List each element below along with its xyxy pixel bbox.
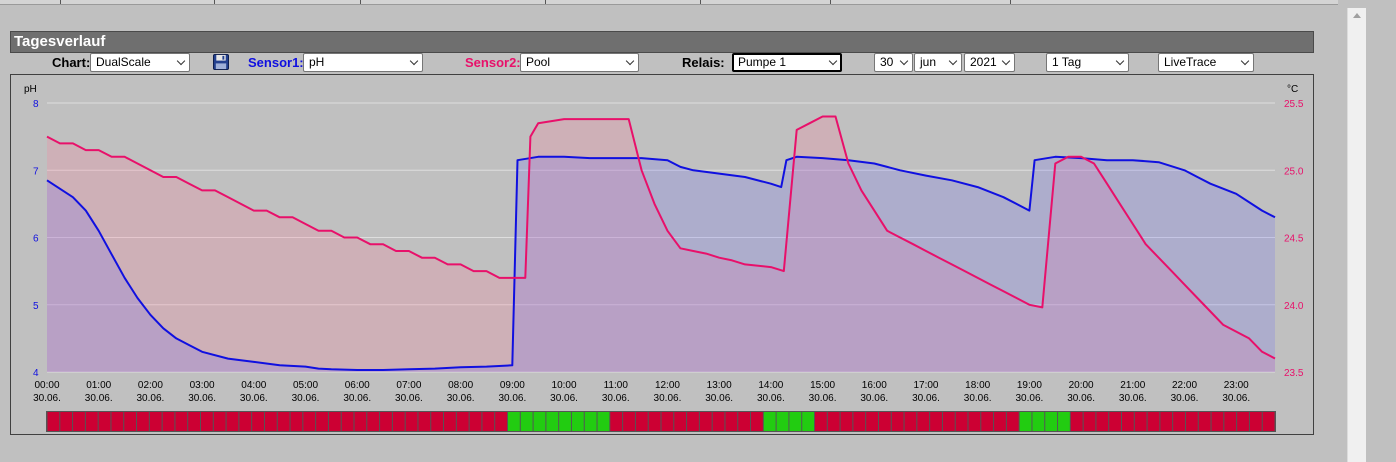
relais-select[interactable]: Pumpe 1 — [732, 53, 842, 72]
chevron-down-icon — [409, 56, 419, 66]
mode-value: LiveTrace — [1164, 55, 1217, 69]
chevron-down-icon — [1115, 56, 1125, 66]
relais-value: Pumpe 1 — [738, 55, 787, 69]
sensor1-label: Sensor1: — [248, 55, 304, 70]
mode-select[interactable]: LiveTrace — [1158, 53, 1254, 72]
range-select[interactable]: 1 Tag — [1046, 53, 1129, 72]
chart-type-select[interactable]: DualScale — [90, 53, 190, 72]
sensor1-value: pH — [309, 55, 325, 69]
relais-label: Relais: — [682, 55, 725, 70]
sensor2-label: Sensor2: — [465, 55, 521, 70]
chart-frame — [10, 74, 1314, 435]
floppy-disk-icon[interactable] — [213, 54, 229, 70]
vertical-scrollbar[interactable] — [1347, 8, 1366, 462]
year-select[interactable]: 2021 — [964, 53, 1015, 72]
month-select[interactable]: jun — [914, 53, 962, 72]
chevron-down-icon — [1240, 56, 1250, 66]
panel-title: Tagesverlauf — [14, 33, 106, 50]
panel-header: Tagesverlauf — [10, 31, 1314, 53]
chevron-down-icon — [899, 56, 909, 66]
day-value: 30 — [880, 55, 894, 69]
scroll-up-arrow-icon[interactable] — [1348, 8, 1366, 24]
chart-type-label: Chart: — [52, 55, 91, 70]
chevron-down-icon — [828, 56, 838, 66]
sensor2-select[interactable]: Pool — [520, 53, 639, 72]
top-frame-strip — [0, 0, 1338, 5]
day-select[interactable]: 30 — [874, 53, 913, 72]
sensor1-select[interactable]: pH — [303, 53, 423, 72]
month-value: jun — [920, 55, 937, 69]
chevron-down-icon — [625, 56, 635, 66]
sensor2-value: Pool — [526, 55, 551, 69]
chevron-down-icon — [1001, 56, 1011, 66]
chevron-down-icon — [176, 56, 186, 66]
chart-type-value: DualScale — [96, 55, 151, 69]
chevron-down-icon — [948, 56, 958, 66]
range-value: 1 Tag — [1052, 55, 1082, 69]
year-value: 2021 — [970, 55, 997, 69]
